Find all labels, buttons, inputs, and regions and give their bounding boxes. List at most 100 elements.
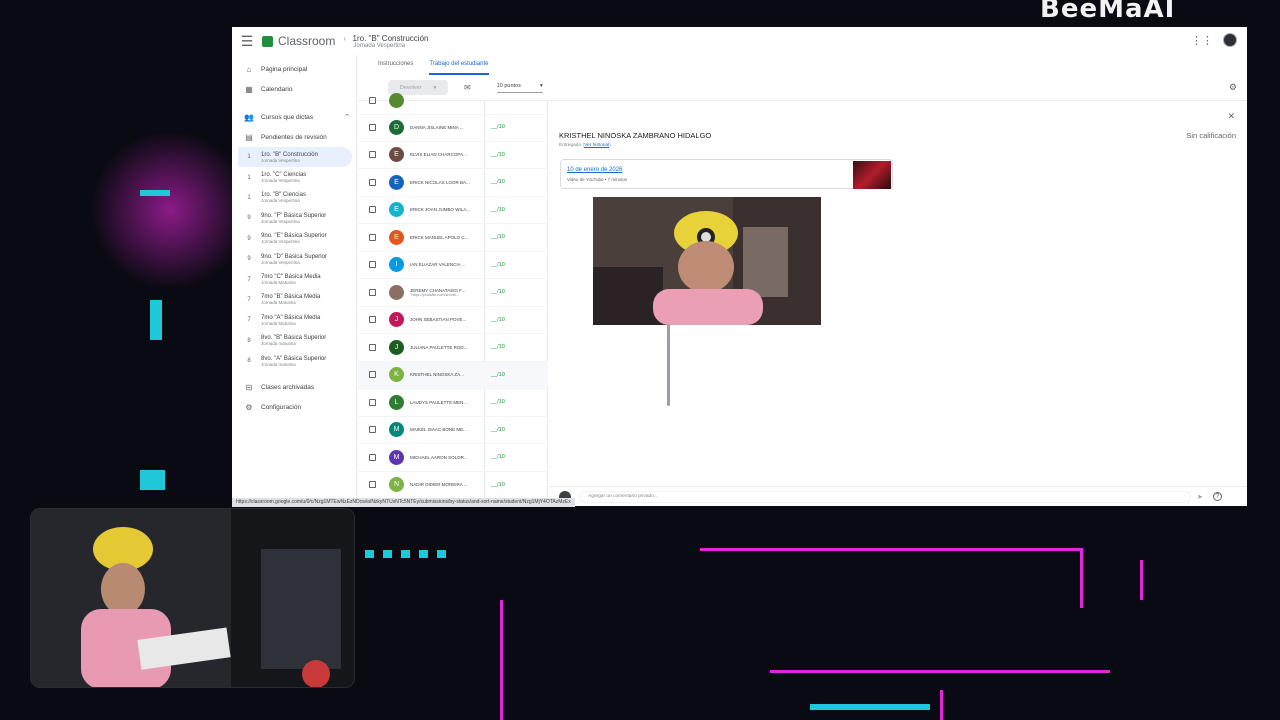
student-avatar: I	[389, 257, 404, 273]
student-row[interactable]: M MAIKEL ISAAC BONE ME... __/10	[358, 417, 548, 444]
sidebar-section-teaching[interactable]: 👥 Cursos que dictas ⌃	[232, 107, 356, 127]
breadcrumb-course[interactable]: 1ro. "B" Construcción	[353, 34, 429, 43]
grade-input[interactable]: __/10	[491, 482, 505, 488]
settings-gear-icon[interactable]: ⚙	[1229, 82, 1237, 93]
student-row[interactable]: E ERICK MANUEL APOLO C... __/10	[358, 224, 548, 252]
sidebar-item-review[interactable]: ▤ Pendientes de revisión	[232, 127, 356, 147]
grade-input[interactable]: __/10	[491, 124, 505, 130]
app-title[interactable]: Classroom	[278, 34, 335, 48]
course-sub: Jornada Matutina	[261, 300, 296, 306]
grade-input[interactable]: __/10	[491, 234, 505, 240]
student-row[interactable]: E ERICK JOAN JUMBO WILA... __/10	[358, 197, 548, 224]
menu-icon[interactable]: ☰	[232, 33, 262, 50]
video-preview[interactable]	[593, 197, 821, 325]
student-row[interactable]: I IAN ELIAZAR VALENCIA ... __/10	[358, 252, 548, 279]
help-icon[interactable]: ?	[1212, 492, 1222, 501]
grade-input[interactable]: __/10	[491, 289, 505, 295]
student-row[interactable]: E ERICK NICOLAS LOOR BA... __/10	[358, 169, 548, 197]
sidebar-course-item[interactable]: 1 1ro. "B" Ciencias Jornada Vespertina	[232, 188, 356, 208]
sidebar-course-item[interactable]: 1 1ro. "C" Ciencias Jornada Vespertina	[232, 167, 356, 187]
grade-input[interactable]: __/10	[491, 152, 505, 158]
sidebar-item-calendar[interactable]: ▦ Calendario	[232, 79, 356, 99]
row-checkbox[interactable]	[369, 481, 376, 489]
grade-input[interactable]: __/10	[491, 317, 505, 323]
close-icon[interactable]: ✕	[1227, 111, 1235, 122]
grade-input[interactable]: __/10	[491, 207, 505, 213]
grade-input[interactable]: __/10	[491, 427, 505, 433]
sidebar-item-settings[interactable]: ⚙ Configuración	[232, 397, 356, 417]
row-checkbox[interactable]	[369, 261, 376, 269]
course-badge: 9	[247, 235, 251, 242]
grade-input[interactable]: __/10	[491, 454, 505, 460]
course-text: 9no. "E" Básica Superior Jornada Vesperti…	[261, 233, 327, 244]
course-sub: Jornada matutina	[261, 341, 296, 347]
attachment-title[interactable]: 10 de enero de 2026	[567, 167, 622, 173]
sidebar-course-item[interactable]: 9 9no. "F" Básica Superior Jornada Vespert…	[232, 208, 356, 228]
grade-input[interactable]: __/10	[491, 399, 505, 405]
account-avatar[interactable]	[1223, 33, 1237, 47]
student-row[interactable]: N NADIR DIDIER MOREIRA ... __/10	[358, 472, 548, 499]
course-badge: 8	[247, 358, 251, 365]
row-checkbox[interactable]	[369, 343, 376, 351]
sidebar-course-item[interactable]: 7 7mo "C" Básica Media Jornada Matutina	[232, 269, 356, 289]
course-badge: 7	[247, 276, 251, 283]
tab-instructions[interactable]: Instrucciones	[378, 55, 413, 75]
row-checkbox[interactable]	[369, 426, 376, 434]
chevron-up-icon[interactable]: ⌃	[344, 113, 350, 121]
student-name: DANNA JISLAINE MINA ...	[410, 124, 464, 130]
row-checkbox[interactable]	[369, 453, 376, 461]
private-comment-input[interactable]: Agregar un comentario privado...	[579, 490, 1191, 503]
sidebar-course-item[interactable]: 1 1ro. "B" Construcción Jornada Vespertina	[238, 147, 352, 168]
sidebar-course-item[interactable]: 9 9no. "D" Básica Superior Jornada Vespert…	[232, 249, 356, 269]
student-row[interactable]: JEREMY CHANATASIG F... "https://youtube.c…	[358, 279, 548, 307]
chevron-right-icon: ›	[343, 34, 347, 43]
row-checkbox[interactable]	[369, 233, 376, 241]
circuit-line	[140, 470, 165, 490]
student-row-partial[interactable]	[358, 87, 548, 115]
row-checkbox[interactable]	[369, 398, 376, 406]
grade-status: Sin calificación	[1186, 131, 1236, 140]
grade-input[interactable]: __/10	[491, 344, 505, 350]
row-checkbox[interactable]	[369, 178, 376, 186]
row-checkbox[interactable]	[369, 288, 376, 296]
student-row[interactable]: D DANNA JISLAINE MINA ... __/10	[358, 114, 548, 142]
course-badge: 8	[247, 337, 251, 344]
sidebar-course-item[interactable]: 8 8vo. "A" Básica Superior Jornada matutin…	[232, 351, 356, 371]
row-checkbox[interactable]	[369, 206, 376, 214]
video-thumbnail[interactable]	[853, 161, 891, 189]
row-checkbox[interactable]	[369, 316, 376, 324]
course-badge: 1	[247, 154, 251, 161]
course-sub: Jornada Vespertina	[261, 239, 300, 245]
grade-input[interactable]: __/10	[491, 372, 505, 378]
tab-student-work[interactable]: Trabajo del estudiante	[429, 55, 489, 75]
send-icon[interactable]: ➤	[1197, 493, 1203, 501]
grade-input[interactable]: __/10	[491, 262, 505, 268]
student-avatar	[389, 284, 404, 300]
apps-grid-icon[interactable]: ⋮⋮	[1191, 34, 1213, 47]
history-link[interactable]: Ver historial	[584, 143, 609, 148]
row-checkbox[interactable]	[369, 96, 376, 104]
classroom-logo-icon	[262, 35, 273, 47]
sidebar-course-item[interactable]: 7 7mo "A" Básica Media Jornada Matutina	[232, 310, 356, 330]
student-row[interactable]: M MICHAEL AARON SOLOR... __/10	[358, 444, 548, 472]
sidebar-course-item[interactable]: 9 9no. "E" Básica Superior Jornada Vespert…	[232, 229, 356, 249]
course-badge: 7	[247, 296, 251, 303]
student-row[interactable]: L LAUDYS PAULETTE MEN... __/10	[358, 389, 548, 417]
sidebar-item-home[interactable]: ⌂ Página principal	[232, 59, 356, 79]
row-checkbox[interactable]	[369, 151, 376, 159]
student-row[interactable]: E ELVIS ELIAN CHARCOPA... __/10	[358, 142, 548, 169]
sidebar-course-item[interactable]: 7 7mo "B" Básica Media Jornada Matutina	[232, 290, 356, 310]
student-row[interactable]: J JULIANA PAULETTE ROD... __/10	[358, 334, 548, 362]
student-avatar: N	[389, 477, 404, 493]
student-row[interactable]: J JOHN SEBASTIAN POVE... __/10	[358, 307, 548, 334]
attachment-card[interactable]: 10 de enero de 2026 Video de YouTube • 7…	[560, 159, 893, 189]
row-checkbox[interactable]	[369, 371, 376, 379]
sidebar-course-item[interactable]: 8 8vo. "B" Básica Superior Jornada matutin…	[232, 331, 356, 351]
grade-input[interactable]: __/10	[491, 179, 505, 185]
student-name: ERICK MANUEL APOLO C...	[410, 234, 469, 240]
circuit-line	[700, 548, 1080, 551]
student-avatar: E	[389, 202, 404, 218]
row-checkbox[interactable]	[369, 123, 376, 131]
student-row[interactable]: K KRISTHEL NINOSKA ZA... __/10	[358, 361, 548, 389]
sidebar-item-archived[interactable]: ⊟ Clases archivadas	[232, 377, 356, 397]
